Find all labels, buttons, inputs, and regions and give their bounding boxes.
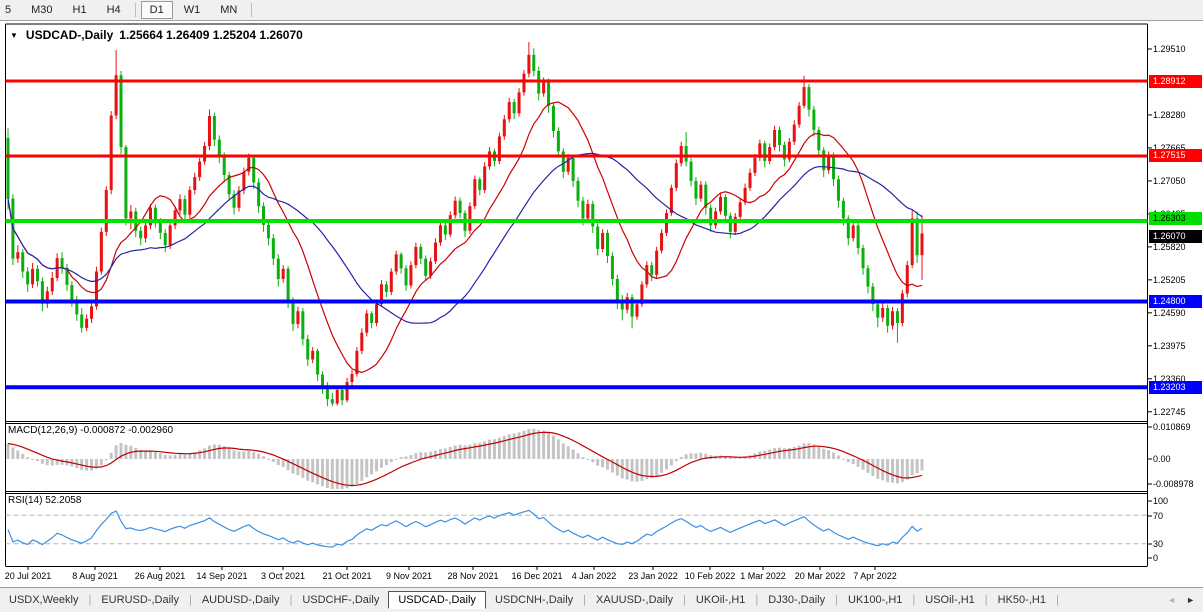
date-label: 20 Jul 2021 <box>5 571 52 581</box>
chart-tab-audusd[interactable]: AUDUSD-,Daily <box>193 591 289 609</box>
rsi-tick-label: 100 <box>1153 496 1168 506</box>
rsi-header: RSI(14) 52.2058 <box>8 495 81 506</box>
chart-tab-xauusd[interactable]: XAUUSD-,Daily <box>587 591 682 609</box>
price-tick-label: 1.29510 <box>1153 44 1186 54</box>
date-label: 21 Oct 2021 <box>322 571 371 581</box>
tab-scroll-controls: ◄► <box>1167 595 1203 605</box>
date-label: 4 Jan 2022 <box>572 571 617 581</box>
date-label: 14 Sep 2021 <box>196 571 247 581</box>
rsi-line <box>8 510 922 547</box>
price-tick-label: 1.22745 <box>1153 407 1186 417</box>
chart-tab-usdcad[interactable]: USDCAD-,Daily <box>388 591 486 609</box>
date-label: 26 Aug 2021 <box>135 571 186 581</box>
price-level-flag: 1.27515 <box>1149 149 1202 162</box>
rsi-tick-label: 30 <box>1153 539 1163 549</box>
price-tick-label: 1.25820 <box>1153 242 1186 252</box>
date-label: 10 Feb 2022 <box>685 571 736 581</box>
chart-tab-bar: USDX,Weekly|EURUSD-,Daily|AUDUSD-,Daily|… <box>0 587 1203 612</box>
date-label: 28 Nov 2021 <box>447 571 498 581</box>
date-label: 1 Mar 2022 <box>740 571 786 581</box>
price-tick-label: 1.24590 <box>1153 308 1186 318</box>
mt4-chart-window: { "toolbar": { "timeframes": [ {"label":… <box>0 0 1203 611</box>
price-tick-label: 1.25205 <box>1153 275 1186 285</box>
macd-histogram <box>7 429 924 489</box>
price-level-flag: 1.26070 <box>1149 230 1202 243</box>
rsi-levels <box>6 515 1148 543</box>
tab-scroll-right-icon[interactable]: ► <box>1186 595 1195 605</box>
macd-tick-label: 0.00 <box>1153 454 1171 464</box>
tab-scroll-left-icon[interactable]: ◄ <box>1167 595 1176 605</box>
price-level-flag: 1.26303 <box>1149 212 1202 225</box>
date-label: 3 Oct 2021 <box>261 571 305 581</box>
panel-frames <box>6 24 1148 567</box>
chart-tab-usdx[interactable]: USDX,Weekly <box>0 591 87 609</box>
date-label: 7 Apr 2022 <box>853 571 897 581</box>
price-tick-label: 1.27050 <box>1153 176 1186 186</box>
date-label: 16 Dec 2021 <box>511 571 562 581</box>
hline-layer <box>6 81 1148 387</box>
price-level-flag: 1.23203 <box>1149 381 1202 394</box>
rsi-tick-label: 0 <box>1153 553 1158 563</box>
chart-title: ▼ USDCAD-,Daily 1.25664 1.26409 1.25204 … <box>10 28 303 42</box>
macd-header: MACD(12,26,9) -0.000872 -0.002960 <box>8 425 173 436</box>
chart-tab-dj30[interactable]: DJ30-,Daily <box>759 591 834 609</box>
price-tick-label: 1.28280 <box>1153 110 1186 120</box>
macd-tick-label: 0.010869 <box>1153 422 1191 432</box>
date-label: 23 Jan 2022 <box>628 571 678 581</box>
candles-layer <box>7 42 924 406</box>
price-level-flag: 1.24800 <box>1149 295 1202 308</box>
macd-tick-label: -0.008978 <box>1153 479 1194 489</box>
chart-tab-eurusd[interactable]: EURUSD-,Daily <box>92 591 188 609</box>
rsi-tick-label: 70 <box>1153 511 1163 521</box>
tab-separator: | <box>1055 594 1060 606</box>
chart-tab-ukoil[interactable]: UKOil-,H1 <box>687 591 755 609</box>
chart-dropdown-icon[interactable]: ▼ <box>10 31 18 40</box>
chart-tab-hk50[interactable]: HK50-,H1 <box>989 591 1055 609</box>
chart-tab-usdchf[interactable]: USDCHF-,Daily <box>293 591 388 609</box>
chart-symbol-period: USDCAD-,Daily <box>26 28 113 42</box>
chart-tab-uk100[interactable]: UK100-,H1 <box>839 591 911 609</box>
chart-tab-usoil[interactable]: USOil-,H1 <box>916 591 984 609</box>
price-tick-label: 1.23975 <box>1153 341 1186 351</box>
chart-canvas[interactable] <box>0 0 1203 611</box>
chart-ohlc-values: 1.25664 1.26409 1.25204 1.26070 <box>119 28 303 42</box>
date-label: 9 Nov 2021 <box>386 571 432 581</box>
date-label: 8 Aug 2021 <box>72 571 118 581</box>
price-level-flag: 1.28912 <box>1149 75 1202 88</box>
chart-tab-usdcnh[interactable]: USDCNH-,Daily <box>486 591 582 609</box>
date-label: 20 Mar 2022 <box>795 571 846 581</box>
